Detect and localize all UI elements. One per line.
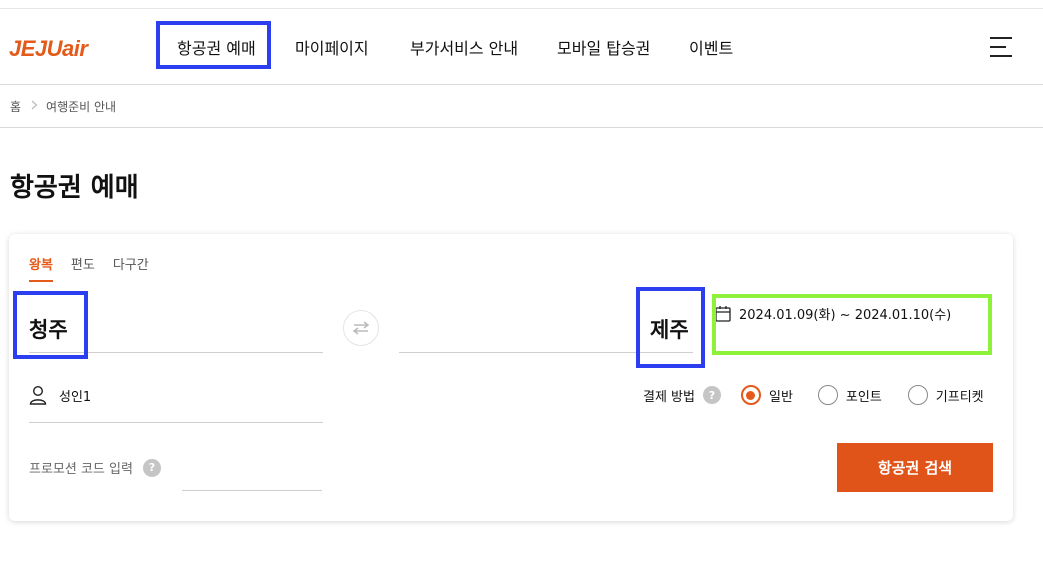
chevron-right-icon [31,100,38,113]
payment-option-point[interactable]: 포인트 [817,385,882,405]
breadcrumb-divider [0,127,1043,128]
nav-item-events[interactable]: 이벤트 [689,9,733,84]
jejuair-logo[interactable]: JEJUair [9,36,88,62]
passenger-underline [29,422,323,423]
nav-item-label: 모바일 탑승권 [557,38,651,58]
passenger-count: 성인1 [59,389,92,405]
nav-item-mobile-boarding-pass[interactable]: 모바일 탑승권 [557,9,650,84]
page-title: 항공권 예매 [10,173,139,203]
person-icon [29,385,47,405]
tab-multi-city[interactable]: 다구간 [113,254,149,282]
booking-widget: 왕복 편도 다구간 청주 제주 2024.01.09(화) ~ 2024.01.… [9,234,1013,521]
hamburger-icon[interactable] [990,37,1012,57]
highlight-box-origin [13,291,88,359]
payment-option-label: 포인트 [845,389,882,405]
promo-code-row: 프로모션 코드 입력 ? [29,458,161,477]
highlight-box-nav [156,21,271,69]
breadcrumb-current[interactable]: 여행준비 안내 [46,98,116,115]
payment-method-label: 결제 방법 [643,389,695,405]
swap-arrows-icon[interactable] [343,310,379,346]
nav-item-mypage[interactable]: 마이페이지 [295,9,369,84]
radio-selected-icon [740,385,761,405]
promo-code-label: 프로모션 코드 입력 [29,462,133,477]
payment-option-label: 일반 [768,389,793,405]
highlight-box-dates [712,294,992,355]
question-icon[interactable]: ? [702,386,721,404]
highlight-box-destination [636,287,705,368]
tab-round-trip[interactable]: 왕복 [29,254,53,282]
passenger-selector[interactable]: 성인1 [29,385,91,405]
search-flights-button[interactable]: 항공권 검색 [837,443,993,492]
payment-option-label: 기프티켓 [935,389,984,405]
payment-method-group: 결제 방법 ? 일반 포인트 기프티켓 [643,385,984,405]
question-icon[interactable]: ? [142,458,161,477]
payment-option-general[interactable]: 일반 [740,385,793,405]
nav-item-label: 이벤트 [689,38,734,58]
promo-code-input[interactable] [182,490,322,491]
nav-item-label: 부가서비스 안내 [410,38,519,58]
breadcrumb-home[interactable]: 홈 [10,98,21,115]
trip-type-tabs: 왕복 편도 다구간 [29,254,167,282]
nav-item-label: 마이페이지 [295,38,369,58]
radio-unselected-icon [817,385,838,405]
nav-item-additional-services[interactable]: 부가서비스 안내 [410,9,518,84]
tab-one-way[interactable]: 편도 [71,254,95,282]
payment-option-giftticket[interactable]: 기프티켓 [907,385,984,405]
radio-unselected-icon [907,385,928,405]
breadcrumb: 홈 여행준비 안내 [10,98,116,115]
